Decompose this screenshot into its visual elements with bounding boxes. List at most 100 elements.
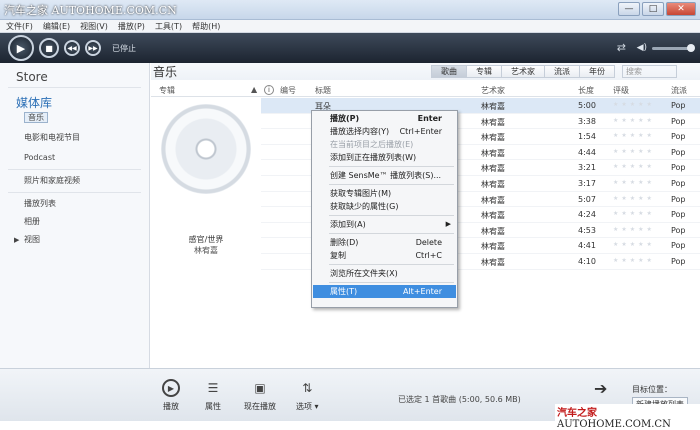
context-menu: 播放(P) Enter 播放选择内容(Y) Ctrl+Enter 在当前项目之后播放…	[311, 110, 458, 308]
close-button[interactable]: ✕	[666, 2, 696, 16]
sidebar-item-playlists[interactable]: 播放列表	[0, 196, 149, 212]
dropdown-arrow-icon: ▾	[314, 402, 319, 411]
menu-tools[interactable]: 工具(T)	[155, 20, 182, 32]
sidebar-item-music[interactable]: 音乐	[0, 110, 149, 126]
stop-button[interactable]: ■	[39, 38, 59, 58]
menu-file[interactable]: 文件(F)	[6, 20, 33, 32]
view-years[interactable]: 年份	[580, 65, 615, 78]
menu-item-play-selection[interactable]: 播放选择内容(Y) Ctrl+Enter	[313, 125, 456, 138]
sidebar-item-views[interactable]: ▶ 视图	[0, 232, 149, 248]
previous-icon: ◀◀	[67, 44, 77, 52]
menu-item-browse-folder[interactable]: 浏览所在文件夹(X)	[313, 267, 456, 280]
volume-slider[interactable]	[652, 43, 695, 52]
menu-separator	[329, 264, 454, 265]
menu-item-get-album-art[interactable]: 获取专辑图片(M)	[313, 187, 456, 200]
watermark-bottom: 汽车之家 AUTOHOME.COM.CN	[555, 404, 700, 430]
sidebar-item-movies-tv[interactable]: 电影和电视节目	[0, 130, 149, 146]
col-artist[interactable]: 艺术家	[481, 85, 505, 96]
now-playing-tool-button[interactable]: ▣ 现在播放	[244, 379, 276, 412]
col-title[interactable]: 标题	[315, 85, 331, 96]
options-icon: ⇅	[302, 381, 313, 395]
rating-stars: ★★★★★	[613, 101, 655, 108]
previous-button[interactable]: ◀◀	[64, 40, 80, 56]
view-genres[interactable]: 流派	[545, 65, 580, 78]
view-albums[interactable]: 专辑	[467, 65, 502, 78]
album-title: 感官/世界	[188, 235, 224, 244]
watermark-top: 汽车之家 AUTOHOME.COM.CN	[4, 4, 177, 17]
minimize-button[interactable]: —	[618, 2, 640, 16]
sidebar: Store 媒体库 音乐 电影和电视节目 Podcast 照片和家庭视频 播放列…	[0, 63, 150, 368]
menu-item-add-to[interactable]: 添加到(A) ▶	[313, 218, 456, 231]
next-icon: ▶▶	[88, 44, 98, 52]
view-artists[interactable]: 艺术家	[502, 65, 545, 78]
play-tool-button[interactable]: ▶ 播放	[162, 379, 180, 412]
rating-stars: ★★★★★	[613, 116, 655, 124]
view-switcher: 歌曲 专辑 艺术家 流派 年份	[431, 65, 615, 78]
menu-separator	[329, 166, 454, 167]
sidebar-library[interactable]: 媒体库	[0, 88, 149, 110]
sidebar-item-label: 音乐	[24, 112, 48, 123]
menu-separator	[329, 282, 454, 283]
options-tool-button[interactable]: ⇅ 选项 ▾	[296, 379, 319, 412]
info-icon[interactable]: i	[264, 85, 274, 95]
play-button[interactable]: ▶	[8, 35, 34, 61]
menu-item-play-next: 在当前项目之后播放(E)	[330, 140, 414, 149]
sort-up-icon[interactable]: ▲	[251, 85, 257, 94]
col-rating[interactable]: 评级	[613, 85, 629, 96]
repeat-icon[interactable]: ⇄	[617, 41, 626, 54]
divider	[8, 192, 141, 193]
sidebar-item-photos-videos[interactable]: 照片和家庭视频	[0, 173, 149, 189]
volume-control[interactable]: ◀)	[637, 43, 695, 53]
selection-info: 已选定 1 首歌曲 (5:00, 50.6 MB)	[398, 395, 521, 404]
album-art-panel: 感官/世界 林宥嘉	[151, 98, 263, 368]
play-icon: ▶	[162, 379, 180, 397]
menu-item-copy[interactable]: 复制 Ctrl+C	[313, 249, 456, 262]
col-album[interactable]: 专辑	[159, 85, 175, 96]
menu-item-get-missing-props[interactable]: 获取缺少的属性(G)	[313, 200, 456, 213]
menu-item-delete[interactable]: 删除(D) Delete	[313, 236, 456, 249]
menu-separator	[329, 215, 454, 216]
col-track[interactable]: 编号	[280, 85, 296, 96]
search-input[interactable]: 搜索	[622, 65, 677, 78]
page-title: 音乐	[153, 65, 178, 79]
album-artist: 林宥嘉	[194, 246, 218, 255]
menu-edit[interactable]: 编辑(E)	[43, 20, 70, 32]
menu-item-play[interactable]: 播放(P) Enter	[313, 112, 456, 125]
play-icon: ▶	[16, 41, 26, 55]
menu-separator	[329, 233, 454, 234]
col-length[interactable]: 长度	[578, 85, 594, 96]
playback-status: 已停止	[112, 43, 136, 53]
rating-stars: ★★★★★	[613, 178, 655, 186]
sidebar-store[interactable]: Store	[0, 63, 149, 87]
menu-item-add-now-playing[interactable]: 添加到正在播放列表(W)	[313, 151, 456, 164]
menu-help[interactable]: 帮助(H)	[192, 20, 220, 32]
view-songs[interactable]: 歌曲	[431, 65, 467, 78]
now-playing-icon: ▣	[254, 381, 266, 395]
menu-view[interactable]: 视图(V)	[80, 20, 108, 32]
next-button[interactable]: ▶▶	[85, 40, 101, 56]
properties-icon: ☰	[207, 381, 219, 395]
sidebar-item-albums[interactable]: 相册	[0, 214, 149, 230]
col-genre[interactable]: 流派	[671, 85, 687, 96]
rating-stars: ★★★★★	[613, 132, 655, 140]
maximize-button[interactable]: □	[642, 2, 664, 16]
menu-item-create-sensme[interactable]: 创建 SensMe™ 播放列表(S)...	[313, 169, 456, 182]
column-header: 专辑 ▲ i 编号 标题 艺术家 长度 评级 流派	[151, 84, 700, 97]
menu-bar: 文件(F) 编辑(E) 视图(V) 播放(P) 工具(T) 帮助(H)	[0, 20, 700, 33]
properties-tool-button[interactable]: ☰ 属性	[204, 379, 222, 412]
volume-knob[interactable]	[687, 43, 695, 52]
title-bar: 汽车之家 AUTOHOME.COM.CN — □ ✕	[0, 0, 700, 20]
rating-stars: ★★★★★	[613, 147, 655, 155]
submenu-arrow-icon: ▶	[445, 220, 451, 228]
rating-stars: ★★★★★	[613, 241, 655, 249]
divider	[8, 169, 141, 170]
transfer-arrow-icon[interactable]: ➔	[594, 379, 607, 398]
sidebar-item-podcast[interactable]: Podcast	[0, 150, 149, 166]
menu-item-properties[interactable]: 属性(T) Alt+Enter	[313, 285, 456, 298]
rating-stars: ★★★★★	[613, 163, 655, 171]
expand-icon[interactable]: ▶	[14, 232, 19, 248]
rating-stars: ★★★★★	[613, 225, 655, 233]
rating-stars: ★★★★★	[613, 210, 655, 218]
menu-play[interactable]: 播放(P)	[118, 20, 145, 32]
rating-stars: ★★★★★	[613, 194, 655, 202]
